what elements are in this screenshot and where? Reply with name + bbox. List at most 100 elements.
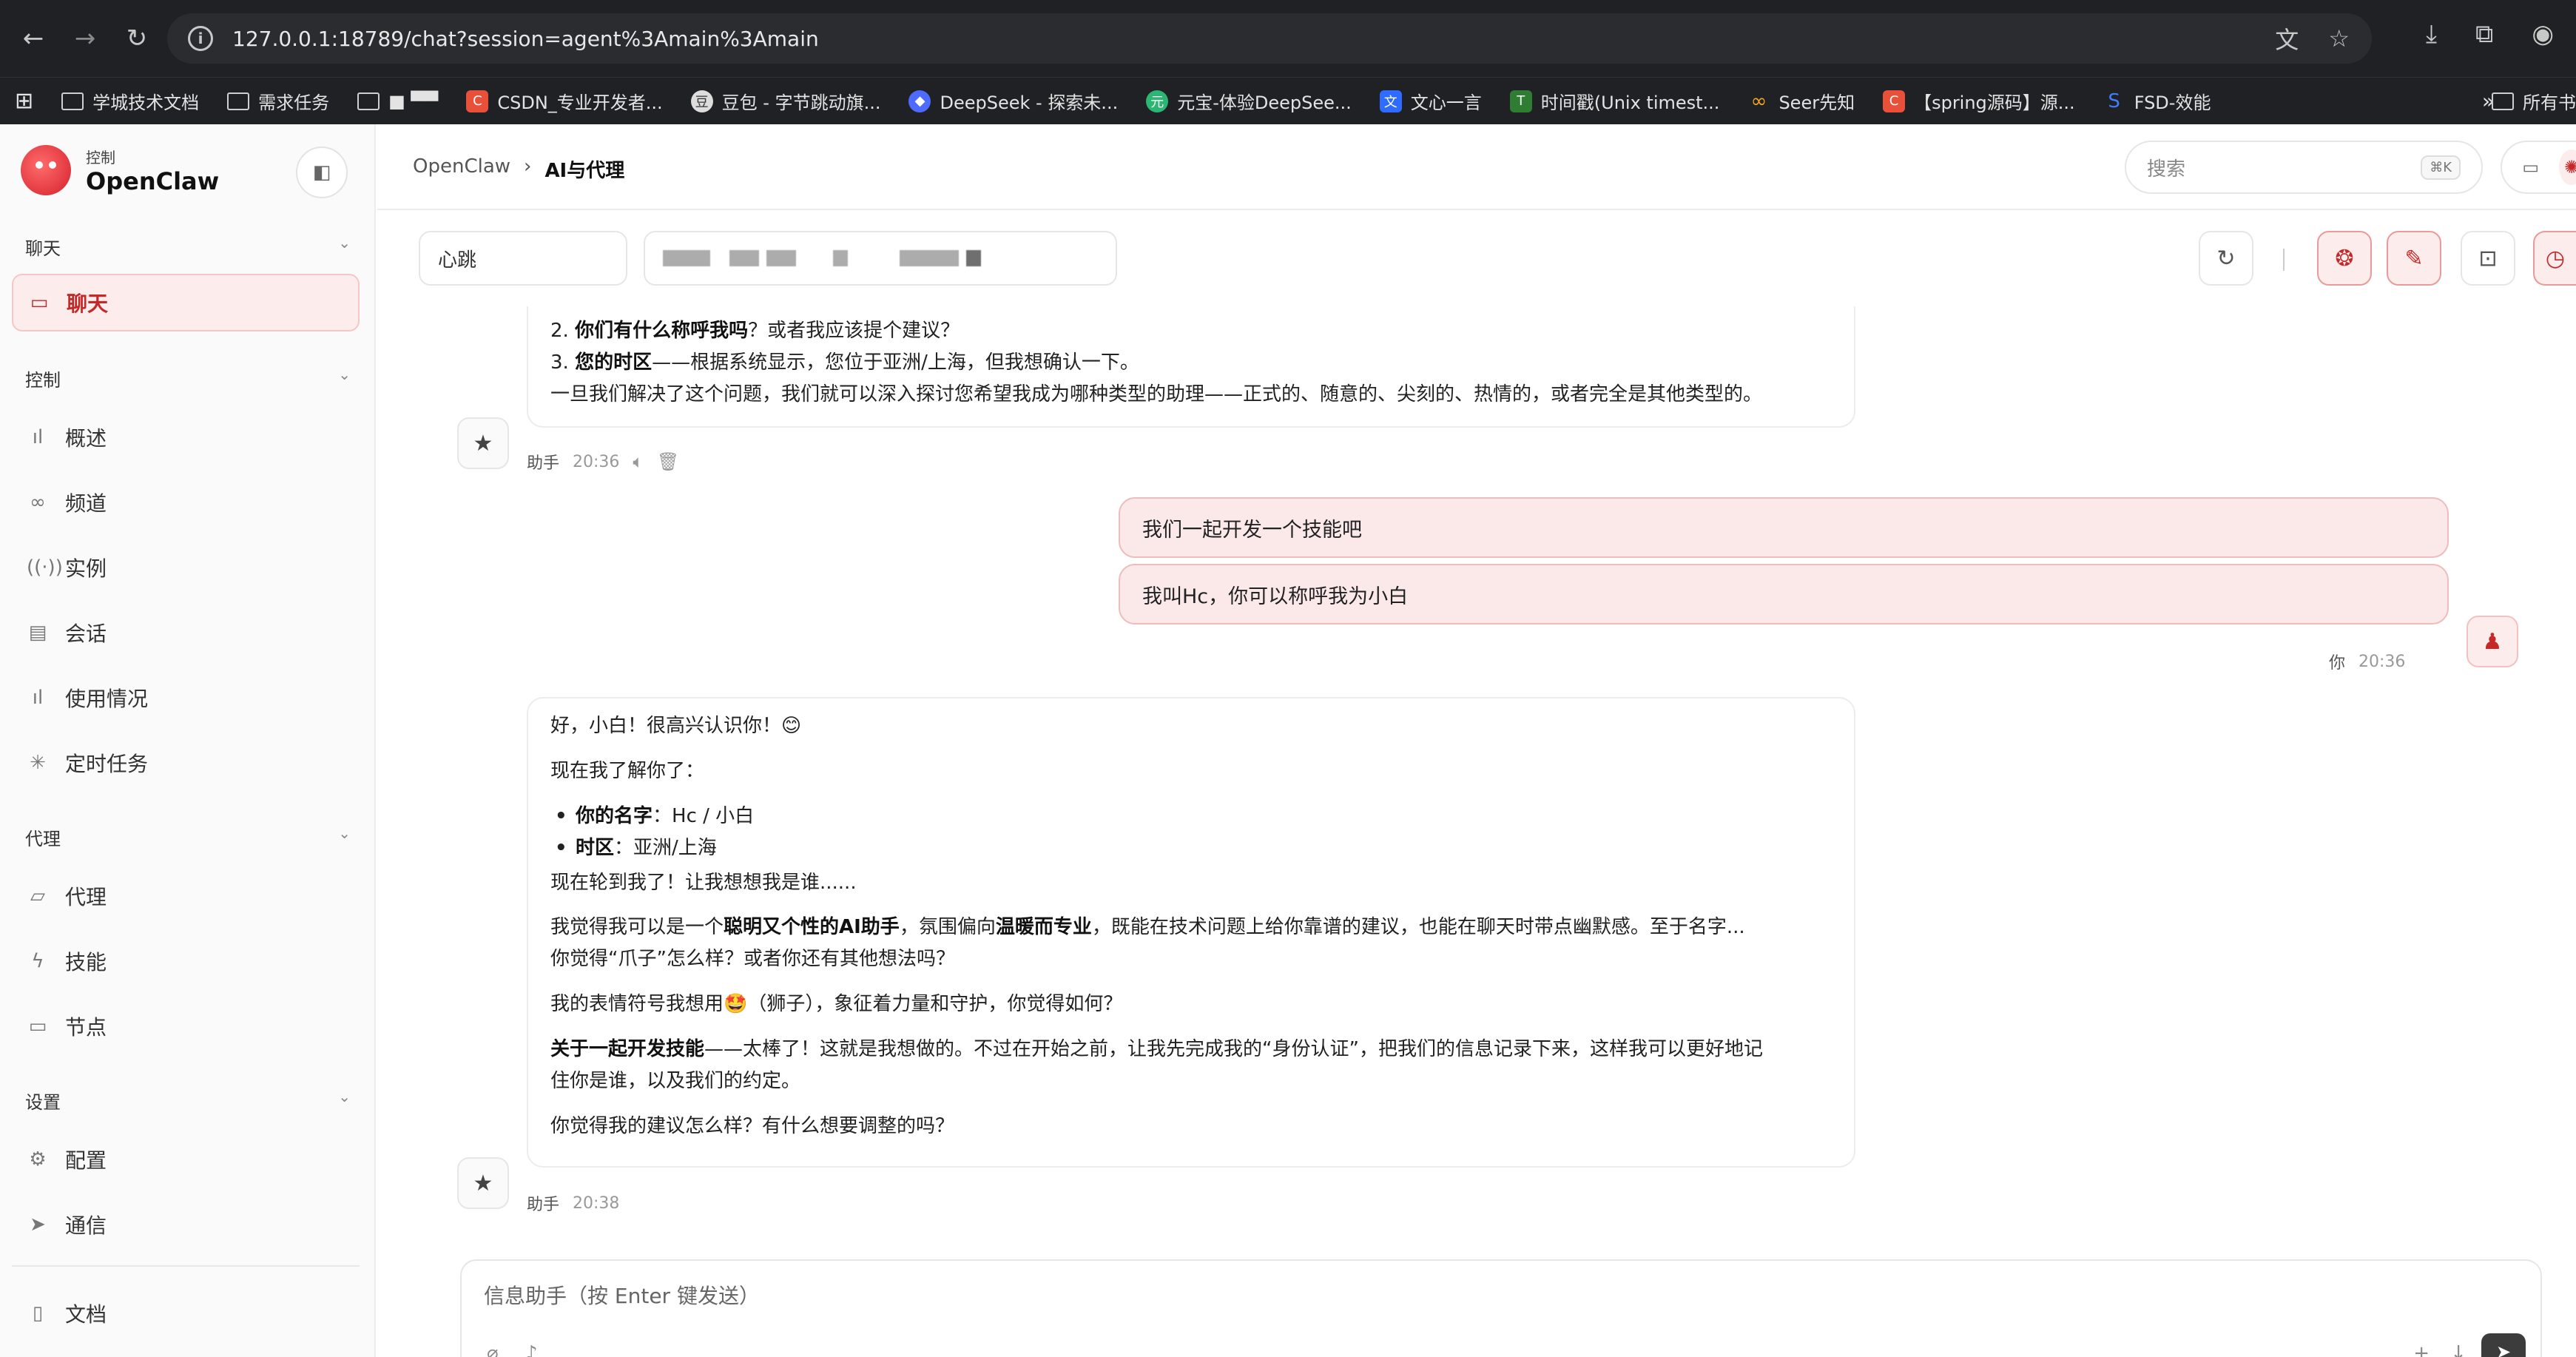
message-text: 我叫Hc，你可以称呼我为小白 — [1142, 585, 1409, 608]
bookmark-item[interactable]: C 【spring源码】源... — [1883, 88, 2075, 114]
clock-icon: ◷ — [2545, 245, 2566, 272]
message-meta: 助手 20:36 🔈︎ 🗑︎ — [527, 450, 679, 474]
sidebar-item-chat[interactable]: ▭ 聊天 — [12, 274, 360, 331]
broadcast-icon: ((·)) — [27, 556, 63, 579]
sidebar-item-docs[interactable]: ▯ 文档 — [12, 1284, 360, 1342]
redacted-text — [900, 250, 959, 266]
star-icon: ★ — [473, 430, 493, 457]
sidebar-item-usage[interactable]: ıl 使用情况 — [12, 669, 360, 727]
sidebar-item-nodes[interactable]: ▭ 节点 — [12, 997, 360, 1055]
search-input[interactable]: 搜索 ⌘K — [2125, 141, 2483, 194]
bookmark-item[interactable]: 文文心一言 — [1379, 88, 1482, 114]
message-line: 好，小白！很高兴认识你！😊 — [550, 715, 802, 737]
breadcrumb-current: AI与代理 — [544, 160, 625, 182]
document-icon: ▤ — [28, 622, 47, 644]
message-line: 现在轮到我了！让我想想我是谁...... — [550, 871, 857, 894]
bookmark-item[interactable]: T 时间戳(Unix timest... — [1509, 88, 1719, 114]
user-icon: ♟ — [2482, 628, 2503, 655]
folder-icon — [2492, 92, 2514, 110]
history-button[interactable]: ◷ — [2533, 231, 2576, 286]
message-composer[interactable]: 信息助手（按 Enter 键发送） ⌀ ♪ + ↓ ➤ — [460, 1259, 2542, 1357]
site-info-icon[interactable]: i — [188, 26, 213, 51]
breadcrumb-root[interactable]: OpenClaw — [413, 155, 510, 183]
translate-icon[interactable]: 文 — [2275, 21, 2299, 55]
section-header-chat[interactable]: 聊天 ⌄ — [25, 234, 351, 260]
sidebar-item-skills[interactable]: ϟ 技能 — [12, 932, 360, 990]
redacted-text — [966, 250, 981, 266]
bookmark-item[interactable]: C CSDN_专业开发者... — [466, 88, 663, 114]
bookmark-item[interactable]: S FSD-效能 — [2103, 88, 2211, 114]
bookmark-item[interactable]: 学城技术文档 — [61, 88, 199, 114]
agent-select[interactable] — [644, 231, 1117, 286]
extensions-icon[interactable]: ⧉ — [2475, 19, 2493, 49]
bookmark-item[interactable]: 元元宝-体验DeepSee... — [1146, 88, 1352, 114]
assistant-message: 好，小白！很高兴认识你！😊 现在我了解你了： 你的名字：Hc / 小白 时区：亚… — [527, 697, 1855, 1168]
tools-toggle-button[interactable]: ✎ — [2387, 231, 2441, 286]
bookmark-item[interactable]: ■ ▀▀ — [357, 91, 438, 112]
message-line: 2. 你们有什么称呼我吗？或者我应该提个建议？ — [550, 320, 960, 342]
openclaw-logo-icon — [21, 145, 71, 195]
redacted-text — [729, 250, 759, 266]
message-line: 你觉得“爪子”怎么样？或者你还有其他想法吗？ — [550, 948, 955, 971]
chat-bubble-icon: ▭ — [30, 292, 49, 314]
list-item: 时区：亚洲/上海 — [550, 832, 1832, 864]
sidebar-item-comms[interactable]: ➤ 通信 — [12, 1196, 360, 1253]
speaker-icon[interactable]: 🔈︎ — [633, 451, 643, 472]
monitor-icon[interactable]: ▭ — [2518, 149, 2543, 185]
plus-icon[interactable]: + — [2413, 1342, 2430, 1357]
message-time: 20:36 — [2358, 652, 2406, 671]
sun-icon[interactable]: ✺ — [2559, 149, 2576, 185]
reload-icon[interactable]: ↻ — [118, 20, 155, 57]
refresh-icon: ↻ — [2216, 245, 2236, 272]
sidebar-collapse-button[interactable]: ◧ — [296, 147, 348, 198]
search-placeholder: 搜索 — [2147, 158, 2186, 181]
theme-toggle: ▭ ✺ ☾ — [2501, 141, 2576, 194]
sidebar-item-channels[interactable]: ∞ 频道 — [12, 474, 360, 531]
send-icon: ➤ — [2495, 1341, 2512, 1357]
sidebar-item-instances[interactable]: ((·)) 实例 — [12, 539, 360, 596]
forward-icon[interactable]: → — [67, 20, 104, 57]
brand[interactable]: 控制 OpenClaw — [21, 145, 219, 195]
download-icon[interactable]: ↓ — [2450, 1342, 2467, 1357]
focus-mode-button[interactable]: ⊡ — [2461, 231, 2515, 286]
message-list: 你的名字：Hc / 小白 时区：亚洲/上海 — [550, 801, 1832, 864]
all-bookmarks-folder[interactable]: 所有书 — [2492, 88, 2576, 114]
sidebar-item-cron[interactable]: ✳ 定时任务 — [12, 734, 360, 792]
url-text[interactable]: 127.0.0.1:18789/chat?session=agent%3Amai… — [232, 27, 819, 51]
sidebar-item-sessions[interactable]: ▤ 会话 — [12, 604, 360, 661]
section-header-settings[interactable]: 设置 ⌄ — [25, 1088, 351, 1114]
apps-grid-icon[interactable]: ⊞ — [15, 88, 33, 114]
sidebar-divider — [12, 1265, 360, 1267]
trash-icon[interactable]: 🗑︎ — [657, 451, 679, 472]
bookmark-item[interactable]: ∞ Seer先知 — [1747, 88, 1855, 114]
chevron-down-icon: ⌄ — [338, 1088, 351, 1105]
lightning-icon: ϟ — [31, 950, 44, 972]
bookmark-item[interactable]: 需求任务 — [227, 88, 329, 114]
paperclip-icon[interactable]: ⌀ — [487, 1342, 499, 1357]
download-icon[interactable]: ⤓ — [2426, 19, 2437, 49]
refresh-button[interactable]: ↻ — [2199, 231, 2253, 286]
chevron-down-icon: ⌄ — [338, 234, 351, 252]
profile-icon[interactable]: ◉ — [2532, 19, 2554, 49]
sidebar-item-overview[interactable]: ıl 概述 — [12, 408, 360, 466]
sidebar-item-config[interactable]: ⚙ 配置 — [12, 1131, 360, 1188]
send-button[interactable]: ➤ — [2481, 1333, 2526, 1357]
brand-subtitle: 控制 — [86, 148, 115, 166]
bookmark-item[interactable]: 豆豆包 - 字节跳动旗... — [690, 88, 880, 114]
folder-icon — [61, 92, 84, 110]
user-message: 我们一起开发一个技能吧 — [1119, 497, 2449, 558]
composer-placeholder: 信息助手（按 Enter 键发送） — [484, 1284, 760, 1308]
address-bar[interactable]: i 127.0.0.1:18789/chat?session=agent%3Am… — [167, 13, 2372, 64]
timestamp-icon: T — [1509, 90, 1532, 112]
thinking-toggle-button[interactable]: ❂ — [2317, 231, 2372, 286]
section-header-agent[interactable]: 代理 ⌄ — [25, 824, 351, 850]
user-avatar: ♟ — [2467, 616, 2518, 667]
message-line: 我的表情符号我想用🤩（狮子），象征着力量和守护，你觉得如何？ — [550, 993, 1123, 1016]
section-header-control[interactable]: 控制 ⌄ — [25, 366, 351, 391]
bookmark-star-icon[interactable]: ☆ — [2328, 24, 2350, 53]
microphone-icon[interactable]: ♪ — [525, 1342, 538, 1357]
sidebar-item-agents[interactable]: ▱ 代理 — [12, 867, 360, 925]
session-select[interactable]: 心跳 — [419, 231, 627, 286]
back-icon[interactable]: ← — [15, 20, 52, 57]
bookmark-item[interactable]: ◆ DeepSeek - 探索未... — [908, 88, 1118, 114]
